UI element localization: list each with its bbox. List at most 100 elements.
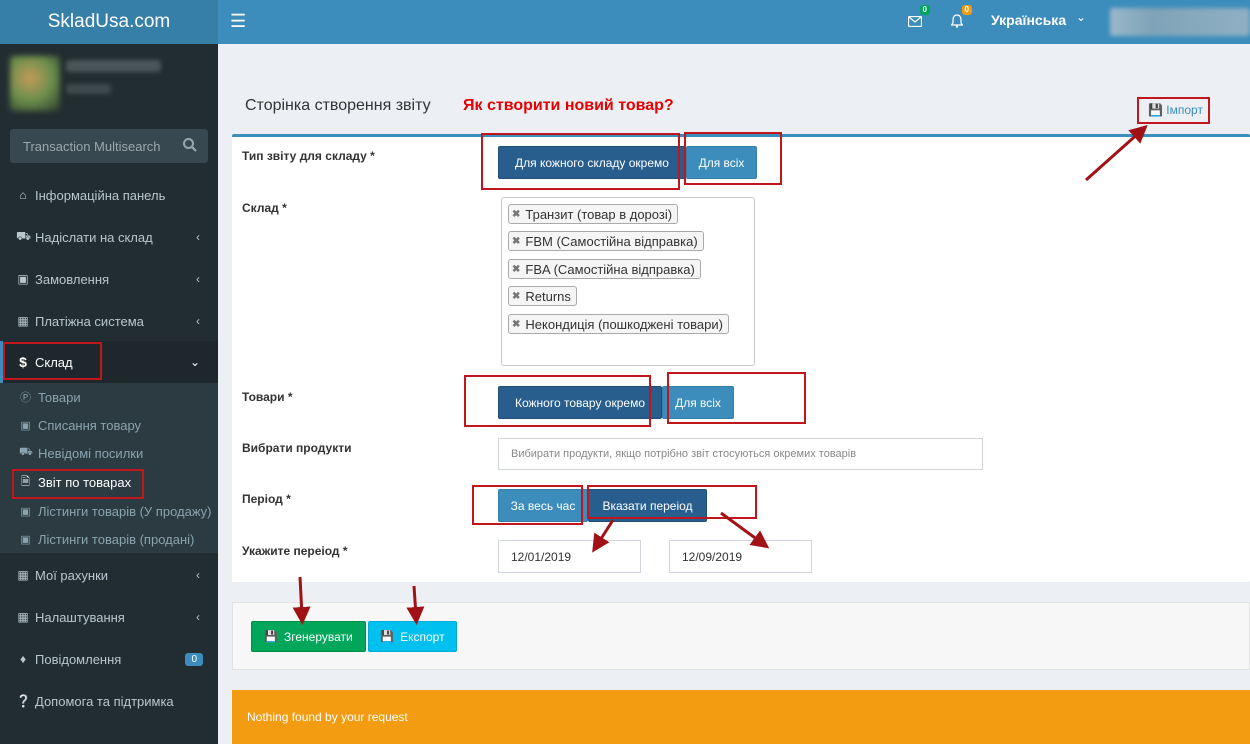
user-status: [66, 84, 111, 94]
truck-icon: ⛟: [16, 229, 32, 243]
truck-icon: ⛟: [19, 446, 33, 458]
annotation-box: [12, 469, 144, 499]
annotation-box: [472, 485, 583, 525]
sidebar-search[interactable]: Transaction Multisearch: [10, 129, 208, 163]
choose-products-label: Вибрати продукти: [242, 441, 352, 455]
sidebar-item-dashboard[interactable]: ⌂ Інформаційна панель: [0, 174, 218, 216]
products-label: Товари *: [242, 390, 293, 404]
chevron-left-icon: ‹: [196, 230, 200, 244]
chevron-left-icon: ‹: [196, 610, 200, 624]
top-navbar: ☰ 0 0 Українська ⌄: [218, 0, 1250, 44]
warehouse-tag[interactable]: ✖ Транзит (товар в дорозі): [508, 204, 679, 224]
sidebar-item-label: Налаштування: [35, 609, 125, 625]
annotation-box: [3, 342, 102, 380]
warehouse-tag[interactable]: ✖ FBA (Самостійна відправка): [508, 259, 701, 279]
hamburger-menu-icon[interactable]: ☰: [230, 12, 246, 30]
language-selector[interactable]: Українська: [991, 12, 1066, 28]
remove-tag-icon[interactable]: ✖: [512, 209, 520, 220]
save-icon: 💾: [380, 631, 395, 643]
help-icon: ❔: [16, 694, 31, 708]
annotation-box: [481, 133, 680, 190]
warehouse-submenu: Ⓟ Товари ▣ Списання товару ⛟ Невідомі по…: [0, 383, 218, 553]
home-icon: ⌂: [19, 188, 27, 202]
chevron-left-icon: ‹: [196, 272, 200, 286]
avatar: [10, 56, 60, 111]
mail-icon[interactable]: 0: [905, 5, 930, 31]
user-menu[interactable]: [1110, 8, 1250, 36]
sidebar-item-label: Інформаційна панель: [35, 187, 166, 203]
notifications-count-badge: 0: [185, 652, 203, 666]
sidebar-subitem-unknown-parcels[interactable]: ⛟ Невідомі посилки: [0, 439, 218, 467]
annotation-box: [684, 132, 782, 185]
sidebar-subitem-label: Невідомі посилки: [38, 445, 144, 461]
user-name: [66, 60, 161, 72]
remove-tag-icon[interactable]: ✖: [512, 291, 520, 302]
warehouse-tag[interactable]: ✖ FBM (Самостійна відправка): [508, 231, 704, 251]
warehouse-tag[interactable]: ✖ Некондиція (пошкоджені товари): [508, 314, 729, 334]
save-icon: 💾: [264, 631, 278, 643]
sidebar-item-label: Мої рахунки: [35, 567, 109, 583]
annotation-box: [464, 375, 651, 427]
sidebar-item-label: Платіжна система: [35, 313, 144, 329]
sidebar: Transaction Multisearch ⌂ Інформаційна п…: [0, 44, 218, 744]
sidebar-item-help[interactable]: ❔ Допомога та підтримка: [0, 680, 218, 722]
chevron-left-icon: ‹: [196, 314, 200, 328]
report-type-label: Тип звіту для складу *: [242, 149, 375, 163]
sidebar-subitem-products[interactable]: Ⓟ Товари: [0, 383, 218, 411]
sidebar-item-send-to-warehouse[interactable]: ⛟ Надіслати на склад ‹: [0, 216, 218, 258]
date-to-input[interactable]: 12/09/2019: [669, 540, 812, 573]
sidebar-item-payment[interactable]: ▦ Платіжна система ‹: [0, 300, 218, 342]
period-label: Період *: [242, 492, 291, 506]
search-icon[interactable]: [182, 137, 198, 153]
basket-icon: ▣: [20, 505, 31, 518]
sidebar-item-label: Допомога та підтримка: [35, 693, 174, 709]
product-icon: Ⓟ: [20, 392, 31, 404]
sidebar-subitem-label: Списання товару: [38, 417, 142, 433]
mail-count-badge: 0: [919, 5, 930, 15]
basket-icon: ▣: [20, 533, 31, 546]
sidebar-item-label: Повідомлення: [35, 651, 122, 667]
chevron-down-icon: ⌄: [189, 355, 200, 369]
howto-link[interactable]: Як створити новий товар?: [463, 97, 674, 115]
sidebar-item-label: Надіслати на склад: [35, 229, 153, 245]
basket-icon: ▣: [20, 419, 31, 432]
remove-tag-icon[interactable]: ✖: [512, 264, 520, 275]
remove-tag-icon[interactable]: ✖: [512, 319, 520, 330]
warehouse-label: Склад *: [242, 201, 287, 215]
sidebar-subitem-listings-sold[interactable]: ▣ Лістинги товарів (продані): [0, 525, 218, 553]
choose-products-input[interactable]: Вибирати продукти, якщо потрібно звіт ст…: [498, 438, 983, 470]
sidebar-subitem-listings-selling[interactable]: ▣ Лістинги товарів (У продажу): [0, 497, 218, 525]
sidebar-subitem-label: Товари: [38, 389, 81, 405]
bell-count-badge: 0: [961, 5, 972, 15]
annotation-box: [587, 485, 757, 519]
sidebar-subitem-label: Лістинги товарів (продані): [38, 531, 195, 547]
warehouse-multiselect[interactable]: ✖ Транзит (товар в дорозі) ✖ FBM (Самостій…: [501, 197, 755, 366]
basket-icon: ▣: [17, 272, 29, 286]
chevron-left-icon: ‹: [196, 568, 200, 582]
search-input[interactable]: Transaction Multisearch: [23, 139, 161, 154]
generate-button[interactable]: 💾 Згенерувати: [251, 621, 366, 652]
sidebar-subitem-label: Лістинги товарів (У продажу): [38, 503, 212, 519]
annotation-box: [1137, 97, 1210, 124]
app-logo[interactable]: SkladUsa.com: [0, 0, 218, 44]
bell-icon[interactable]: 0: [947, 5, 972, 31]
grid-icon: ▦: [17, 568, 29, 582]
grid-icon: ▦: [17, 314, 29, 328]
page-title: Сторінка створення звіту: [245, 97, 431, 114]
date-from-input[interactable]: 12/01/2019: [498, 540, 641, 573]
chevron-down-icon[interactable]: ⌄: [1076, 10, 1086, 24]
remove-tag-icon[interactable]: ✖: [512, 236, 520, 247]
sidebar-item-label: Замовлення: [35, 271, 110, 287]
sidebar-item-notifications[interactable]: ♦ Повідомлення 0: [0, 638, 218, 680]
bell-icon: ♦: [19, 652, 27, 666]
date-range-label: Укажите переіод *: [242, 544, 348, 558]
no-results-alert: Nothing found by your request: [232, 690, 1250, 744]
warehouse-tag[interactable]: ✖ Returns: [508, 286, 577, 306]
sidebar-item-orders[interactable]: ▣ Замовлення ‹: [0, 258, 218, 300]
sidebar-subitem-write-off[interactable]: ▣ Списання товару: [0, 411, 218, 439]
annotation-box: [667, 372, 806, 424]
grid-icon: ▦: [17, 610, 29, 624]
sidebar-item-my-invoices[interactable]: ▦ Мої рахунки ‹: [0, 554, 218, 596]
export-button[interactable]: 💾 Експорт: [368, 621, 457, 652]
sidebar-item-settings[interactable]: ▦ Налаштування ‹: [0, 596, 218, 638]
